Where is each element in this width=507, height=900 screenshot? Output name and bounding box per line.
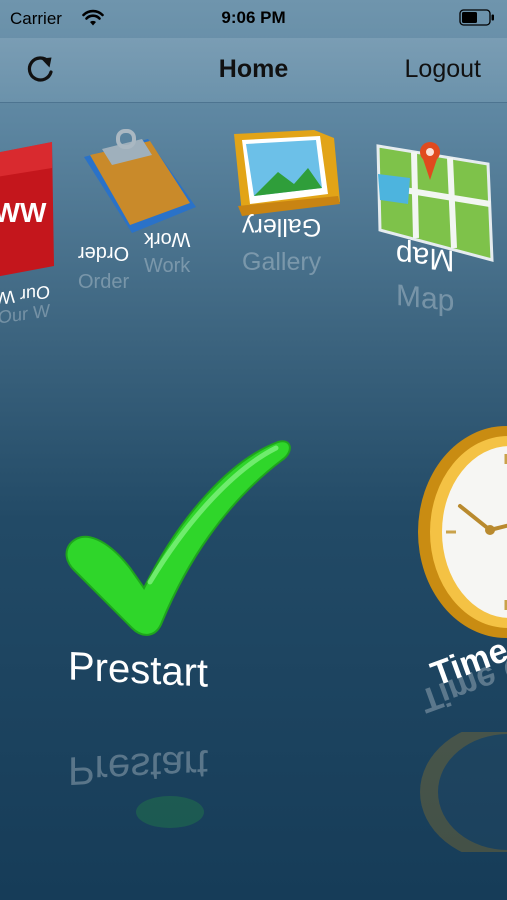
status-bar: Carrier 9:06 PM xyxy=(0,0,507,38)
carousel-item-time-clock[interactable]: Time C Time C xyxy=(414,420,507,860)
carousel-item-map[interactable]: Map Map xyxy=(374,134,504,334)
navigation-bar: Home Logout xyxy=(0,38,507,103)
work-order-label-line2: Order xyxy=(78,242,130,264)
work-order-label-line1: Work xyxy=(144,228,191,250)
battery-icon xyxy=(459,9,494,26)
gallery-label-reflection: Gallery xyxy=(242,248,322,276)
map-label-reflection: Map xyxy=(396,278,455,319)
carousel-item-gallery[interactable]: Gallery Gallery xyxy=(228,122,348,302)
prestart-label-reflection: Prestart xyxy=(68,741,209,793)
gallery-label: Gallery xyxy=(242,213,322,241)
clipboard-icon xyxy=(84,129,196,233)
map-label: Map xyxy=(396,237,455,278)
gallery-icon xyxy=(234,130,340,216)
carousel-item-website[interactable]: WW Our W Our W xyxy=(0,138,70,348)
web-icon: WW xyxy=(0,142,54,277)
prestart-label: Prestart xyxy=(68,644,209,696)
carousel-item-work-order[interactable]: Work Order Work Order xyxy=(72,125,212,300)
work-order-label-reflection: Work xyxy=(144,255,191,277)
web-icon-text: WW xyxy=(0,197,47,228)
logout-button[interactable]: Logout xyxy=(405,55,481,84)
checkmark-reflection xyxy=(136,796,204,828)
carousel-item-prestart[interactable]: Prestart Prestart xyxy=(60,432,300,832)
checkmark-icon xyxy=(65,440,291,636)
clock-icon xyxy=(418,426,507,638)
clock-reflection xyxy=(420,732,507,852)
work-order-label-reflection-2: Order xyxy=(78,271,130,293)
clock-time: 9:06 PM xyxy=(221,8,286,27)
